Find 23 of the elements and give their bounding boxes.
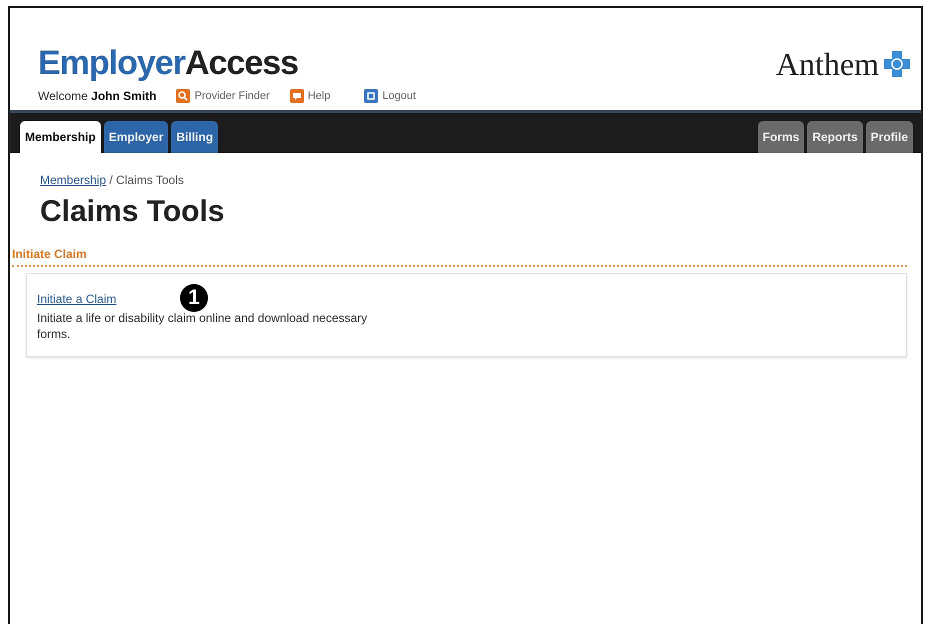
employer-access-logo: EmployerAccess [38, 44, 300, 83]
nav-tab[interactable]: Membership [20, 121, 101, 153]
chat-icon [290, 89, 304, 103]
welcome-text: Welcome John Smith [38, 89, 156, 103]
breadcrumb-link[interactable]: Membership [40, 173, 106, 187]
header-link[interactable]: Logout [364, 89, 416, 103]
cross-icon [883, 50, 911, 78]
section-title: Initiate Claim [12, 247, 907, 267]
callout-number: 1 [180, 284, 208, 312]
nav-tab[interactable]: Profile [866, 121, 913, 153]
nav-tab[interactable]: Reports [807, 121, 863, 153]
initiate-claim-link[interactable]: Initiate a Claim [37, 292, 116, 306]
search-icon [176, 89, 190, 103]
logout-icon [364, 89, 378, 103]
nav-tab[interactable]: Forms [758, 121, 804, 153]
header-link[interactable]: Provider Finder [176, 89, 270, 103]
header-link[interactable]: Help [290, 89, 330, 103]
brand-name: Anthem [776, 46, 879, 82]
nav-tab[interactable]: Billing [171, 121, 218, 153]
breadcrumb-current: / Claims Tools [109, 173, 184, 187]
page-title: Claims Tools [40, 195, 226, 229]
nav-tab[interactable]: Employer [104, 121, 168, 153]
claim-description: Initiate a life or disability claim online and download necessary forms. [37, 310, 368, 342]
